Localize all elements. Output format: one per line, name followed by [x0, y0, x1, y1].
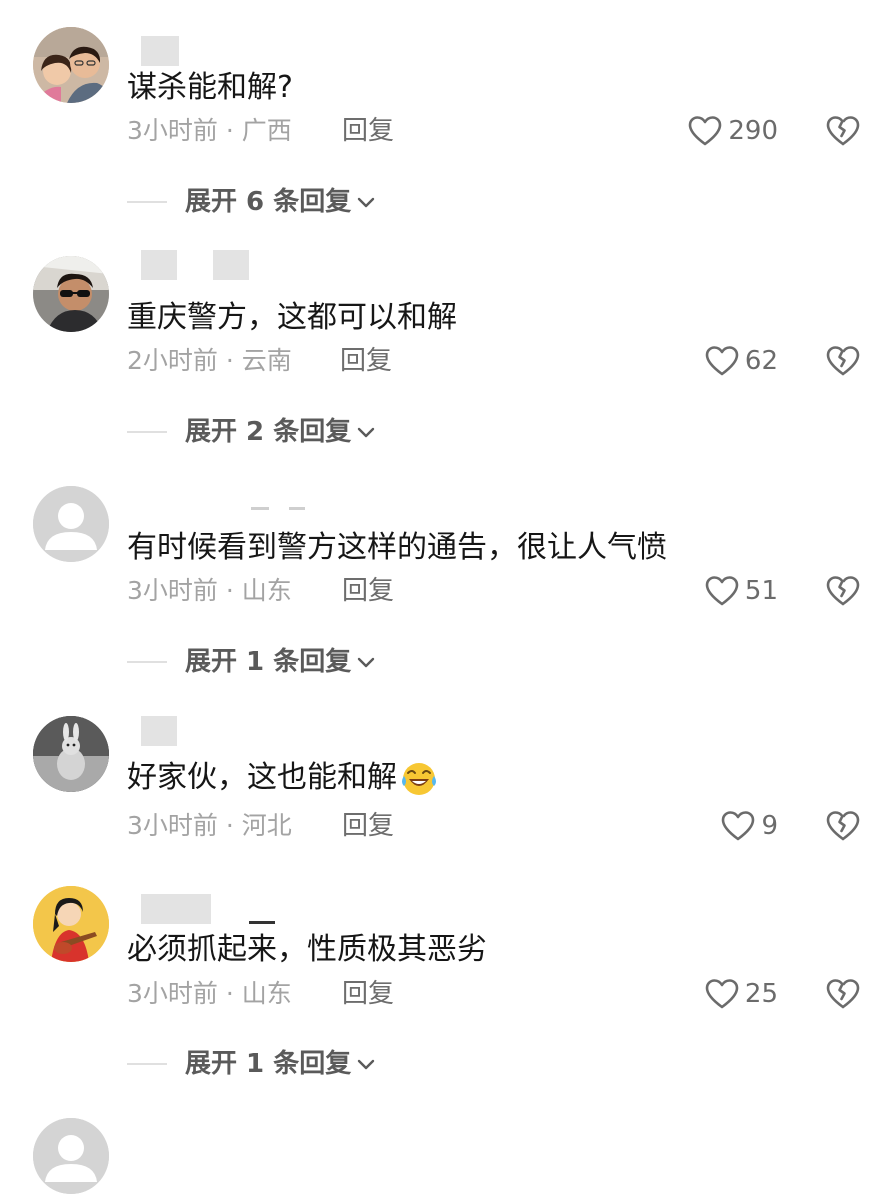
expand-replies-label: 展开 1 条回复 [185, 1049, 352, 1079]
username-redacted[interactable] [141, 894, 275, 924]
heart-outline-icon [705, 979, 739, 1009]
user-avatar[interactable] [33, 1118, 109, 1194]
broken-heart-icon [826, 979, 860, 1009]
like-button[interactable]: 25 [705, 977, 778, 1011]
divider-dash [127, 1063, 167, 1065]
comment-item: 必须抓起来，性质极其恶劣 3小时前 · 山东 回复 25 展开 1 条回复 [0, 0, 896, 1100]
comment-meta: 3小时前 · 山东 [127, 979, 292, 1008]
comment-text: 必须抓起来，性质极其恶劣 [127, 932, 487, 967]
default-avatar-icon [33, 1118, 109, 1194]
dislike-button[interactable] [826, 977, 860, 1011]
cartoon-avatar-guitarist [33, 886, 109, 962]
reply-button[interactable]: 回复 [342, 977, 394, 1011]
expand-replies-button[interactable]: 展开 1 条回复 [127, 1047, 377, 1081]
user-avatar[interactable] [33, 886, 109, 962]
chevron-down-icon [358, 1059, 375, 1070]
like-count: 25 [744, 979, 778, 1009]
